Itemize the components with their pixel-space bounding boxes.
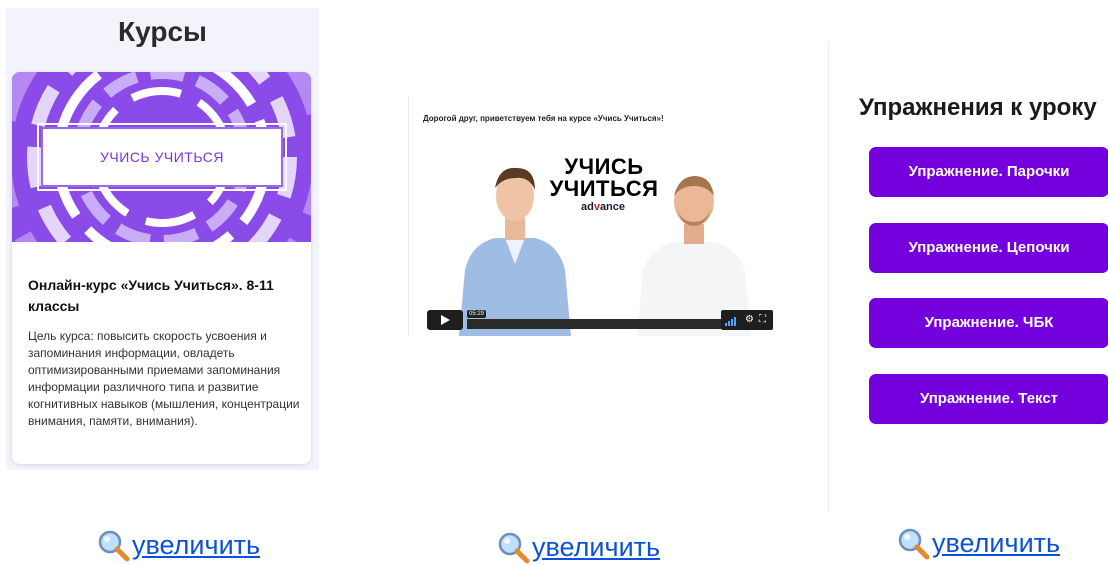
course-description: Цель курса: повысить скорость усвоения и… bbox=[28, 329, 300, 428]
zoom-link-courses[interactable]: увеличить bbox=[96, 528, 260, 562]
magnifier-icon bbox=[898, 528, 930, 560]
brand-prefix: ad bbox=[580, 201, 594, 213]
controls-right: ⚙ ⛶ bbox=[721, 310, 773, 330]
progress-bar[interactable] bbox=[467, 319, 721, 329]
time-readout: 05:29 bbox=[467, 310, 487, 318]
video-brand-logo: advance bbox=[573, 201, 633, 213]
zoom-link-video[interactable]: увеличить bbox=[496, 530, 660, 564]
zoom-link-label[interactable]: увеличить bbox=[532, 532, 660, 563]
exercise-cbk-button[interactable]: Упражнение. ЧБК bbox=[869, 298, 1108, 348]
course-cover-image[interactable]: УЧИСЬ УЧИТЬСЯ bbox=[12, 72, 311, 242]
video-greeting: Дорогой друг, приветствуем тебя на курсе… bbox=[423, 114, 664, 123]
zoom-link-label[interactable]: увеличить bbox=[932, 528, 1060, 559]
zoom-link-label[interactable]: увеличить bbox=[132, 530, 260, 561]
video-player[interactable]: Дорогой друг, приветствуем тебя на курсе… bbox=[408, 96, 776, 336]
volume-icon[interactable] bbox=[725, 316, 739, 326]
courses-title: Курсы bbox=[118, 16, 207, 47]
courses-panel: Курсы УЧИСЬ УЧИТЬСЯ Онлайн-курс «Учись У… bbox=[6, 8, 319, 470]
video-controls: 05:29 ⚙ ⛶ bbox=[427, 310, 773, 330]
course-name[interactable]: Онлайн-курс «Учись Учиться». 8-11 классы bbox=[28, 275, 298, 317]
exercises-title: Упражнения к уроку bbox=[859, 94, 1097, 121]
exercise-text-button[interactable]: Упражнение. Текст bbox=[869, 374, 1108, 424]
fullscreen-icon[interactable]: ⛶ bbox=[759, 310, 766, 330]
video-logo-line2: УЧИТЬСЯ bbox=[549, 176, 659, 201]
play-icon[interactable] bbox=[427, 310, 463, 330]
zoom-link-exercises[interactable]: увеличить bbox=[896, 526, 1060, 560]
brand-suffix: ance bbox=[599, 201, 626, 213]
magnifier-icon bbox=[98, 530, 130, 562]
magnifier-icon bbox=[498, 532, 530, 564]
exercises-panel: Упражнения к уроку Упражнение. Парочки У… bbox=[828, 42, 1108, 512]
gear-icon[interactable]: ⚙ bbox=[745, 310, 754, 330]
course-cover-label: УЧИСЬ УЧИТЬСЯ bbox=[100, 149, 224, 165]
exercise-chains-button[interactable]: Упражнение. Цепочки bbox=[869, 223, 1108, 273]
exercise-pairs-button[interactable]: Упражнение. Парочки bbox=[869, 147, 1108, 197]
course-card[interactable]: УЧИСЬ УЧИТЬСЯ Онлайн-курс «Учись Учиться… bbox=[12, 72, 311, 464]
